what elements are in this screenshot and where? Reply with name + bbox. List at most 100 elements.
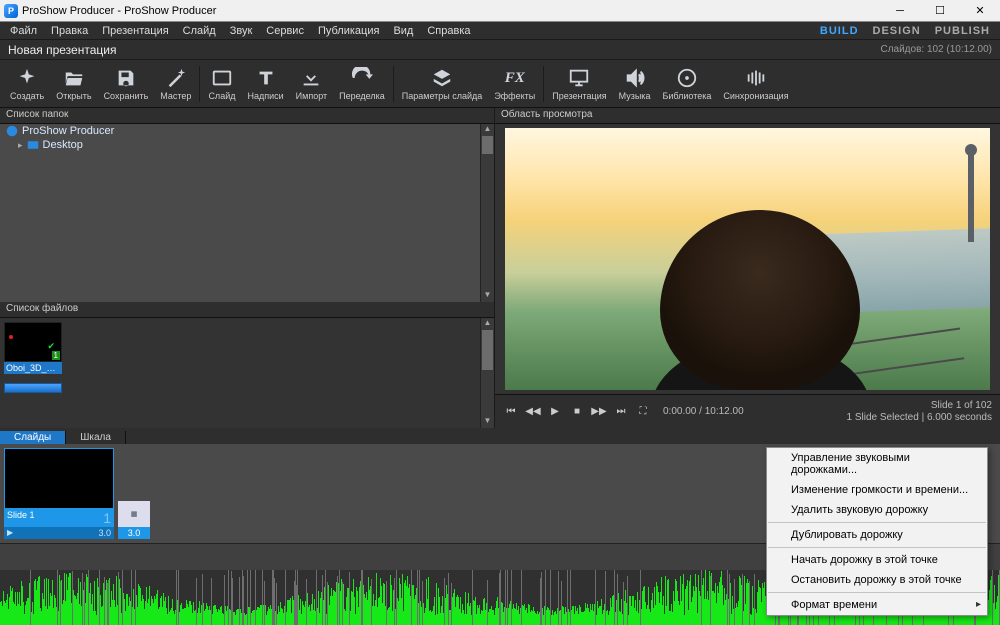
folders-scrollbar[interactable]: ▲ ▼ — [480, 124, 494, 302]
scroll-thumb[interactable] — [482, 136, 493, 154]
toolbar-separator — [543, 66, 544, 102]
stop-button[interactable]: ■ — [569, 404, 585, 420]
window-maximize-button[interactable]: ☐ — [920, 0, 960, 22]
menu-publish[interactable]: Публикация — [312, 24, 385, 38]
file-thumb-partial[interactable] — [4, 383, 62, 393]
tool-wizard-label: Мастер — [160, 91, 191, 101]
time-label: 0:00.00 / 10:12.00 — [663, 406, 744, 417]
menu-help[interactable]: Справка — [421, 24, 476, 38]
tool-remix-label: Переделка — [339, 91, 385, 101]
tool-slide[interactable]: Слайд — [202, 65, 241, 103]
tool-save-label: Сохранить — [104, 91, 149, 101]
first-button[interactable]: ⏮ — [503, 404, 519, 420]
slide-count-label: Слайдов: 102 (10:12.00) — [880, 44, 992, 55]
folder-open-icon — [63, 67, 85, 89]
text-icon — [255, 67, 277, 89]
tool-save[interactable]: Сохранить — [98, 65, 155, 103]
tool-sync-label: Синхронизация — [723, 91, 788, 101]
slide-duration-label[interactable]: 3.0 — [98, 528, 111, 538]
transition-card[interactable]: ▦ 3.0 — [118, 448, 150, 539]
mode-design[interactable]: DESIGN — [867, 24, 927, 38]
play-button[interactable]: ▶ — [547, 404, 563, 420]
ctx-start-here[interactable]: Начать дорожку в этой точке — [767, 550, 987, 570]
preview-canvas[interactable] — [505, 128, 990, 390]
main-toolbar: Создать Открыть Сохранить Мастер Слайд Н… — [0, 60, 1000, 108]
tool-import[interactable]: Импорт — [290, 65, 333, 103]
menu-file[interactable]: Файл — [4, 24, 43, 38]
menu-bar: Файл Правка Презентация Слайд Звук Серви… — [0, 22, 1000, 40]
menu-service[interactable]: Сервис — [260, 24, 310, 38]
tool-open-label: Открыть — [56, 91, 91, 101]
tool-effects-label: Эффекты — [494, 91, 535, 101]
mode-publish[interactable]: PUBLISH — [929, 24, 996, 38]
window-title: ProShow Producer - ProShow Producer — [22, 5, 880, 17]
scroll-down-icon[interactable]: ▼ — [481, 416, 494, 428]
forward-button[interactable]: ▶▶ — [591, 404, 607, 420]
menu-separator — [768, 547, 986, 548]
ctx-stop-here[interactable]: Остановить дорожку в этой точке — [767, 570, 987, 590]
tool-wizard[interactable]: Мастер — [154, 65, 197, 103]
files-scrollbar[interactable]: ▲ ▼ — [480, 318, 494, 428]
file-thumb[interactable]: ✔ 1 Oboi_3D_Grafi... — [4, 322, 62, 374]
tool-effects[interactable]: FX Эффекты — [488, 65, 541, 103]
tool-slide-params-label: Параметры слайда — [402, 91, 483, 101]
mode-build[interactable]: BUILD — [814, 24, 865, 38]
last-button[interactable]: ⏭ — [613, 404, 629, 420]
usage-badge: 1 — [52, 351, 60, 360]
folder-label: ProShow Producer — [22, 125, 114, 137]
scroll-up-icon[interactable]: ▲ — [481, 124, 494, 136]
ctx-delete-track[interactable]: Удалить звуковую дорожку — [767, 500, 987, 520]
menu-sound[interactable]: Звук — [224, 24, 259, 38]
menu-view[interactable]: Вид — [387, 24, 419, 38]
monitor-icon — [568, 67, 590, 89]
ctx-manage-tracks[interactable]: Управление звуковыми дорожками... — [767, 448, 987, 480]
tool-presentation[interactable]: Презентация — [546, 65, 612, 103]
ctx-time-format[interactable]: Формат времени — [767, 595, 987, 615]
tool-sync[interactable]: Синхронизация — [717, 65, 794, 103]
window-close-button[interactable]: ✕ — [960, 0, 1000, 22]
menu-separator — [768, 522, 986, 523]
presentation-title: Новая презентация — [8, 43, 116, 57]
toolbar-separator — [393, 66, 394, 102]
equalizer-icon — [745, 67, 767, 89]
scroll-thumb[interactable] — [482, 330, 493, 370]
slide-card[interactable]: Slide 1 1 ▶ 3.0 — [4, 448, 114, 539]
tool-remix[interactable]: Переделка — [333, 65, 391, 103]
ctx-volume-timing[interactable]: Изменение громкости и времени... — [767, 480, 987, 500]
tab-scale[interactable]: Шкала — [66, 431, 126, 444]
tab-slides[interactable]: Слайды — [0, 431, 66, 444]
folder-row-desktop[interactable]: ▸ Desktop — [0, 138, 494, 152]
play-mini-icon[interactable]: ▶ — [7, 528, 13, 538]
fx-icon: FX — [504, 67, 526, 89]
ctx-duplicate-track[interactable]: Дублировать дорожку — [767, 525, 987, 545]
slide-name-label: Slide 1 — [7, 510, 35, 526]
refresh-icon — [351, 67, 373, 89]
menu-edit[interactable]: Правка — [45, 24, 94, 38]
rewind-button[interactable]: ◀◀ — [525, 404, 541, 420]
scroll-up-icon[interactable]: ▲ — [481, 318, 494, 330]
timeline-tabs: Слайды Шкала — [0, 428, 1000, 444]
window-minimize-button[interactable]: ─ — [880, 0, 920, 22]
toolbar-separator — [199, 66, 200, 102]
file-name-label: Oboi_3D_Grafi... — [4, 362, 62, 374]
fullscreen-button[interactable]: ⛶ — [635, 404, 651, 420]
tool-captions[interactable]: Надписи — [241, 65, 289, 103]
tool-library[interactable]: Библиотека — [656, 65, 717, 103]
tool-slide-params[interactable]: Параметры слайда — [396, 65, 489, 103]
folders-header: Список папок — [0, 108, 494, 124]
tool-open[interactable]: Открыть — [50, 65, 97, 103]
tool-music[interactable]: Музыка — [613, 65, 657, 103]
menu-presentation[interactable]: Презентация — [96, 24, 174, 38]
folder-row-root[interactable]: ProShow Producer — [0, 124, 494, 138]
menu-separator — [768, 592, 986, 593]
files-header: Список файлов — [0, 302, 494, 318]
scroll-down-icon[interactable]: ▼ — [481, 290, 494, 302]
transition-icon[interactable]: ▦ — [118, 501, 150, 527]
menu-slide[interactable]: Слайд — [177, 24, 222, 38]
file-list[interactable]: ✔ 1 Oboi_3D_Grafi... ▲ ▼ — [0, 318, 494, 428]
slide-position-label: Slide 1 of 102 — [931, 400, 992, 412]
folder-tree[interactable]: ProShow Producer ▸ Desktop ▲ ▼ — [0, 124, 494, 302]
tree-expand-icon[interactable]: ▸ — [18, 140, 23, 151]
transition-duration-label[interactable]: 3.0 — [118, 527, 150, 539]
tool-create[interactable]: Создать — [4, 65, 50, 103]
